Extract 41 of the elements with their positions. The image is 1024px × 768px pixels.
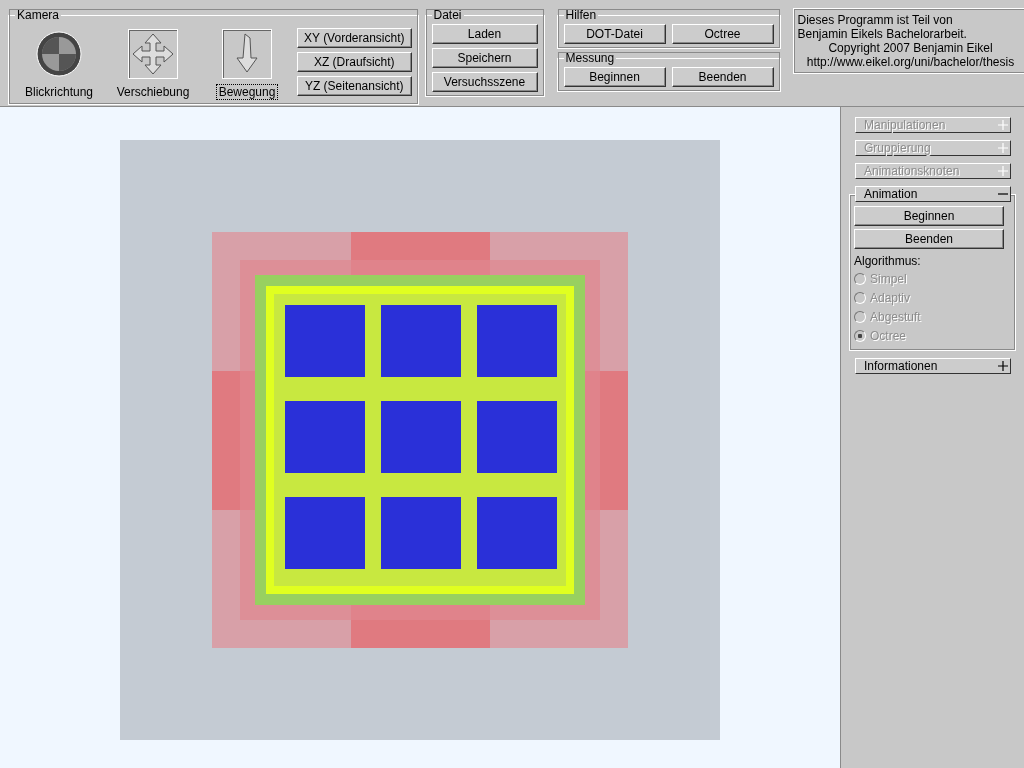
info-text: Dieses Programm ist Teil von bbox=[797, 13, 954, 27]
animation-button[interactable]: Beenden bbox=[854, 229, 1004, 249]
info-text: http://www.eikel.org/uni/bachelor/thesis bbox=[805, 55, 1016, 69]
section-title: Gruppierung bbox=[864, 141, 931, 155]
animation-button[interactable]: Beginnen bbox=[854, 206, 1004, 226]
file-button[interactable]: Speichern bbox=[431, 48, 538, 68]
tool-label: Bewegung bbox=[215, 84, 279, 100]
move-arrows-icon bbox=[129, 30, 177, 78]
plus-icon bbox=[998, 143, 1008, 153]
file-button[interactable]: Versuchsszene bbox=[431, 72, 538, 92]
section-header[interactable]: Informationen bbox=[855, 358, 1011, 374]
measurement-button[interactable]: Beenden bbox=[671, 67, 774, 87]
file-button[interactable]: Laden bbox=[431, 24, 538, 44]
tool-label: Blickrichtung bbox=[24, 84, 94, 100]
measurement-button[interactable]: Beginnen bbox=[563, 67, 666, 87]
camera-tool-button[interactable]: Verschiebung bbox=[109, 30, 197, 100]
group-title: Kamera bbox=[16, 8, 61, 22]
helper-button[interactable]: Octree bbox=[671, 24, 774, 44]
plus-icon bbox=[998, 120, 1008, 130]
section-header[interactable]: Animation bbox=[855, 186, 1011, 202]
view-button[interactable]: XZ (Draufsicht) bbox=[297, 52, 412, 72]
camera-tool-button[interactable]: Bewegung bbox=[203, 30, 291, 100]
down-arrow-icon bbox=[223, 30, 271, 78]
tool-label: Verschiebung bbox=[115, 84, 191, 100]
section-title: Animationsknoten bbox=[864, 164, 960, 178]
helper-button[interactable]: DOT-Datei bbox=[563, 24, 666, 44]
view-button[interactable]: YZ (Seitenansicht) bbox=[297, 76, 412, 96]
view-button[interactable]: XY (Vorderansicht) bbox=[297, 28, 412, 48]
section-title: Manipulationen bbox=[864, 118, 946, 132]
info-text: Copyright 2007 Benjamin Eikel bbox=[827, 41, 994, 55]
group-title: Hilfen bbox=[564, 8, 598, 22]
sphere-icon bbox=[35, 30, 83, 78]
camera-tool-button[interactable]: Blickrichtung bbox=[15, 30, 103, 100]
section-title: Animation bbox=[864, 187, 918, 201]
plus-icon bbox=[998, 166, 1008, 176]
info-text: Benjamin Eikels Bachelorarbeit. bbox=[797, 27, 968, 41]
section-title: Informationen bbox=[864, 359, 938, 373]
group-title: Datei bbox=[432, 8, 463, 22]
algorithm-label: Algorithmus: bbox=[854, 254, 922, 268]
plus-icon bbox=[998, 361, 1008, 371]
group-title: Messung bbox=[564, 51, 616, 65]
